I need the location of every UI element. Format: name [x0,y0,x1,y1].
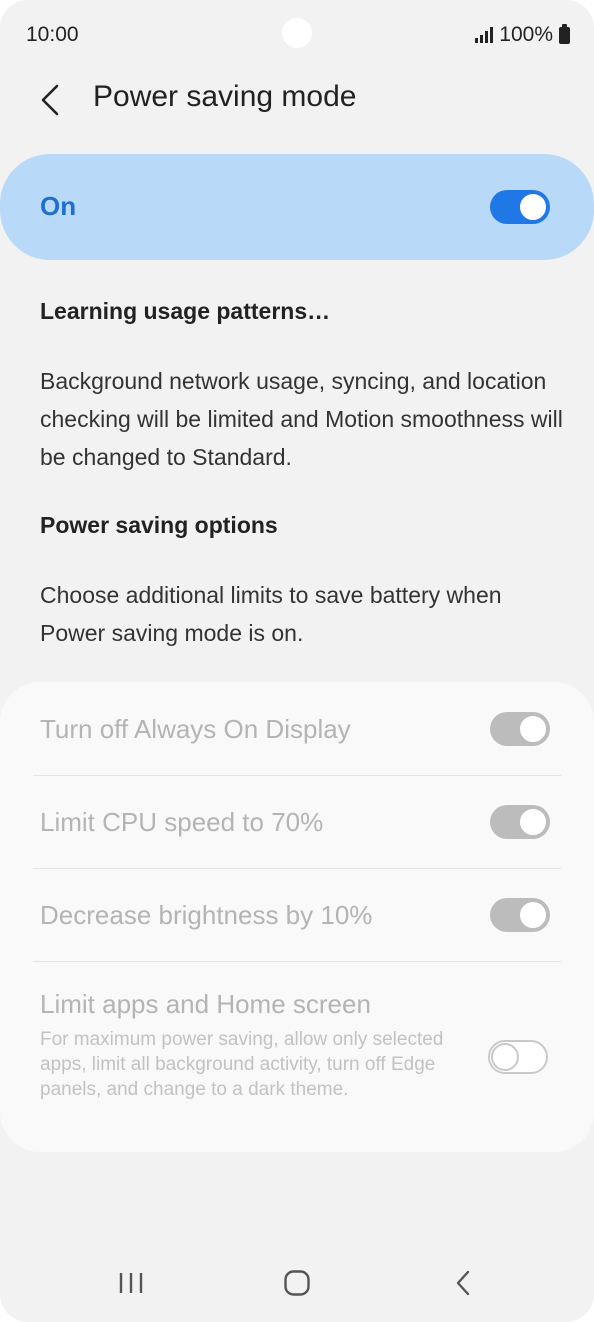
option-limit-apps[interactable]: Limit apps and Home screen For maximum p… [0,961,594,1141]
option-decrease-brightness[interactable]: Decrease brightness by 10% [0,868,594,961]
option-always-on-display[interactable]: Turn off Always On Display [0,682,594,775]
option-limit-cpu[interactable]: Limit CPU speed to 70% [0,775,594,868]
status-time: 10:00 [26,23,79,46]
phone-screen: 10:00 100% Power saving mode On Learning… [0,0,594,1322]
master-switch-bar[interactable]: On [0,154,594,260]
toggle-knob [518,714,548,744]
toggle-knob [518,807,548,837]
status-right: 100% [475,23,570,47]
nav-back-button[interactable] [438,1260,488,1306]
toggle-knob [491,1043,519,1071]
master-toggle[interactable] [490,190,550,224]
options-card: Turn off Always On Display Limit CPU spe… [0,682,594,1152]
cpu-toggle[interactable] [490,805,550,839]
home-button[interactable] [272,1260,322,1306]
home-icon [284,1270,310,1296]
page-title: Power saving mode [93,80,357,113]
app-header: Power saving mode [0,70,594,130]
signal-icon [475,27,494,43]
toggle-knob [518,192,548,222]
recents-icon [119,1273,143,1293]
option-label: Decrease brightness by 10% [40,900,373,930]
limits-description: Background network usage, syncing, and l… [40,368,563,470]
back-icon [456,1270,470,1296]
camera-cutout [282,18,312,48]
battery-icon [559,23,570,44]
recents-button[interactable] [106,1260,156,1306]
master-switch-label: On [40,191,77,221]
option-label: Limit apps and Home screen [40,989,371,1019]
aod-toggle[interactable] [490,712,550,746]
back-arrow-icon [41,84,59,116]
back-button[interactable] [30,76,70,124]
option-label: Limit CPU speed to 70% [40,807,324,837]
toggle-knob [518,900,548,930]
battery-percent: 100% [499,23,553,46]
options-heading: Power saving options [40,512,278,538]
limit-apps-toggle[interactable] [488,1040,548,1074]
option-description: For maximum power saving, allow only sel… [40,1029,444,1100]
options-description: Choose additional limits to save battery… [40,582,502,646]
brightness-toggle[interactable] [490,898,550,932]
option-label: Turn off Always On Display [40,714,351,744]
navigation-bar [0,1250,594,1316]
status-bar: 10:00 100% [0,0,594,70]
learning-heading: Learning usage patterns… [40,298,331,324]
